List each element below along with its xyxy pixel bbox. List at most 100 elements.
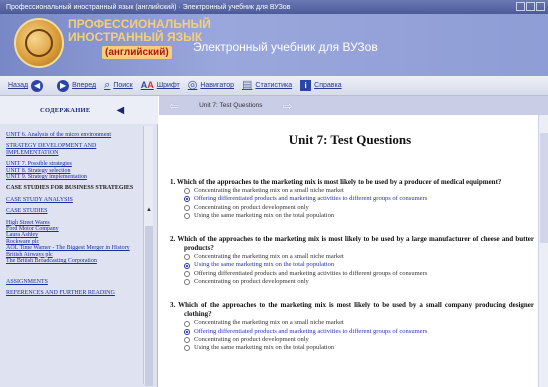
radio-button-icon[interactable] — [184, 345, 190, 352]
sidebar-scrollbar[interactable]: ▲ — [143, 126, 153, 386]
sidebar-item-aol[interactable]: AOL Time Warner - The Biggest Merger in … — [6, 245, 141, 251]
window-controls — [516, 2, 545, 11]
stats-button[interactable]: ▤ Статистика — [242, 80, 292, 91]
content-scrollbar[interactable] — [538, 115, 548, 387]
answer-label: Using the same marketing mix on the tota… — [194, 261, 335, 269]
answer-label: Offering differentiated products and mar… — [194, 269, 428, 277]
logo-line2: ИНОСТРАННЫЙ ЯЗЫК — [68, 30, 203, 44]
back-arrow-icon: ◀ — [31, 79, 44, 92]
stats-label: Статистика — [255, 82, 293, 89]
logo-line3: (английский) — [102, 46, 172, 59]
next-page-icon[interactable]: ⇨ — [283, 99, 293, 113]
answer-option[interactable]: Concentrating on product development onl… — [184, 204, 534, 212]
radio-button-icon[interactable] — [184, 196, 190, 203]
radio-button-icon[interactable] — [184, 188, 190, 195]
radio-button-icon[interactable] — [184, 254, 190, 261]
logo-emblem-icon — [14, 18, 64, 68]
sidebar-scroll-thumb[interactable] — [145, 226, 153, 386]
answer-option[interactable]: Offering differentiated products and mar… — [184, 270, 534, 278]
question-block: 1. Which of the approaches to the market… — [166, 178, 534, 220]
font-button[interactable]: AA Шрифт — [141, 80, 180, 91]
answer-label: Concentrating the marketing mix on a sma… — [194, 187, 344, 194]
sidebar-item-bbc[interactable]: The British Broadcasting Corporation — [6, 258, 141, 264]
statistics-icon: ▤ — [242, 79, 253, 91]
collapse-arrow-icon[interactable]: ◀ — [117, 105, 125, 116]
prev-page-icon[interactable]: ⇦ — [169, 99, 179, 113]
maximize-button[interactable] — [526, 2, 535, 11]
radio-button-icon[interactable] — [184, 320, 190, 327]
answer-option[interactable]: Concentrating on product development onl… — [184, 278, 534, 286]
answer-label: Concentrating the marketing mix on a sma… — [194, 253, 344, 261]
help-button[interactable]: i Справка — [300, 80, 342, 91]
sidebar-item-unit9[interactable]: UNIT 9. Strategy implementation — [6, 174, 141, 180]
question-text: 1. Which of the approaches to the market… — [170, 178, 534, 187]
forward-arrow-icon: ▶ — [57, 79, 70, 92]
answer-option[interactable]: Using the same marketing mix on the tota… — [184, 212, 534, 220]
sidebar-heading-case-studies: CASE STUDIES FOR BUSINESS STRATEGIES — [6, 185, 134, 192]
radio-button-icon[interactable] — [184, 279, 190, 286]
question-text: 2. Which of the approaches to the market… — [170, 235, 534, 253]
question-body: Which of the approaches to the marketing… — [177, 235, 534, 253]
answer-label: Concentrating on product development onl… — [194, 203, 309, 211]
answer-option[interactable]: Concentrating the marketing mix on a sma… — [184, 187, 534, 195]
radio-button-icon[interactable] — [184, 328, 190, 335]
sidebar-item-strategy-development[interactable]: STRATEGY DEVELOPMENT AND IMPLEMENTATION — [6, 143, 141, 156]
answer-label: Using the same marketing mix on the tota… — [194, 344, 335, 352]
answer-option[interactable]: Using the same marketing mix on the tota… — [184, 261, 534, 269]
question-list: 1. Which of the approaches to the market… — [166, 178, 534, 353]
back-label: Назад — [8, 82, 29, 89]
question-text: 3. Which of the approaches to the market… — [170, 301, 534, 319]
sidebar-item-assignments[interactable]: ASSIGNMENTS — [6, 279, 141, 285]
search-icon: ⌕ — [104, 79, 111, 91]
navigator-icon: ◎ — [187, 79, 198, 91]
app-banner: ПРОФЕССИОНАЛЬНЫЙ ИНОСТРАННЫЙ ЯЗЫК (англи… — [0, 14, 548, 76]
font-label: Шрифт — [156, 82, 180, 89]
answer-option[interactable]: Concentrating the marketing mix on a sma… — [184, 253, 534, 261]
answer-label: Concentrating the marketing mix on a sma… — [194, 319, 344, 327]
radio-button-icon[interactable] — [184, 204, 190, 211]
answer-label: Offering differentiated products and mar… — [194, 327, 428, 335]
close-button[interactable] — [536, 2, 545, 11]
sidebar-item-case-studies[interactable]: CASE STUDIES — [6, 208, 141, 214]
sidebar-item-unit6[interactable]: UNIT 6. Analysis of the micro environmen… — [6, 132, 141, 138]
search-button[interactable]: ⌕ Поиск — [104, 80, 133, 91]
navigator-label: Навигатор — [200, 82, 234, 89]
radio-button-icon[interactable] — [184, 270, 190, 277]
help-icon: i — [300, 80, 312, 91]
sidebar-header: СОДЕРЖАНИЕ ◀ — [0, 96, 158, 124]
minimize-button[interactable] — [516, 2, 525, 11]
radio-button-icon[interactable] — [184, 213, 190, 220]
answer-option[interactable]: Concentrating on product development onl… — [184, 336, 534, 344]
sidebar-item-references[interactable]: REFERENCES AND FURTHER READING — [6, 290, 141, 296]
answer-option[interactable]: Offering differentiated products and mar… — [184, 328, 534, 336]
question-block: 2. Which of the approaches to the market… — [166, 235, 534, 286]
app-logo: ПРОФЕССИОНАЛЬНЫЙ ИНОСТРАННЫЙ ЯЗЫК (англи… — [68, 18, 211, 59]
scroll-up-icon[interactable]: ▲ — [145, 206, 153, 214]
breadcrumb: Unit 7: Test Questions — [199, 102, 263, 109]
banner-title: Электронный учебник для ВУЗов — [193, 40, 378, 54]
sidebar-title: СОДЕРЖАНИЕ — [40, 106, 91, 114]
forward-button[interactable]: ▶ Вперед — [54, 79, 97, 92]
window-titlebar: Профессиональный иностранный язык (англи… — [0, 0, 548, 14]
answer-label: Offering differentiated products and mar… — [194, 195, 428, 203]
sidebar-item-case-study-analysis[interactable]: CASE STUDY ANALYSIS — [6, 197, 141, 203]
answer-option[interactable]: Concentrating the marketing mix on a sma… — [184, 319, 534, 327]
back-button[interactable]: Назад ◀ — [8, 79, 46, 92]
forward-label: Вперед — [72, 82, 97, 89]
help-label: Справка — [314, 82, 342, 89]
question-body: Which of the approaches to the marketing… — [178, 301, 534, 319]
navigator-button[interactable]: ◎ Навигатор — [188, 80, 234, 91]
font-icon: AA — [140, 80, 154, 90]
radio-button-icon[interactable] — [184, 262, 190, 269]
sidebar-contents: СОДЕРЖАНИЕ ◀ UNIT 6. Analysis of the mic… — [0, 96, 158, 387]
content-scroll-thumb[interactable] — [540, 133, 548, 243]
answer-option[interactable]: Using the same marketing mix on the tota… — [184, 344, 534, 352]
answer-label: Using the same marketing mix on the tota… — [194, 211, 335, 219]
main-content: Unit 7: Test Questions 1. Which of the a… — [166, 118, 534, 387]
question-body: Which of the approaches to the marketing… — [176, 178, 502, 186]
answer-option[interactable]: Offering differentiated products and mar… — [184, 195, 534, 203]
page-title: Unit 7: Test Questions — [288, 132, 412, 147]
search-label: Поиск — [113, 82, 133, 89]
main-toolbar: Назад ◀ ▶ Вперед ⌕ Поиск AA Шрифт ◎ Нави… — [0, 76, 548, 96]
radio-button-icon[interactable] — [184, 337, 190, 344]
